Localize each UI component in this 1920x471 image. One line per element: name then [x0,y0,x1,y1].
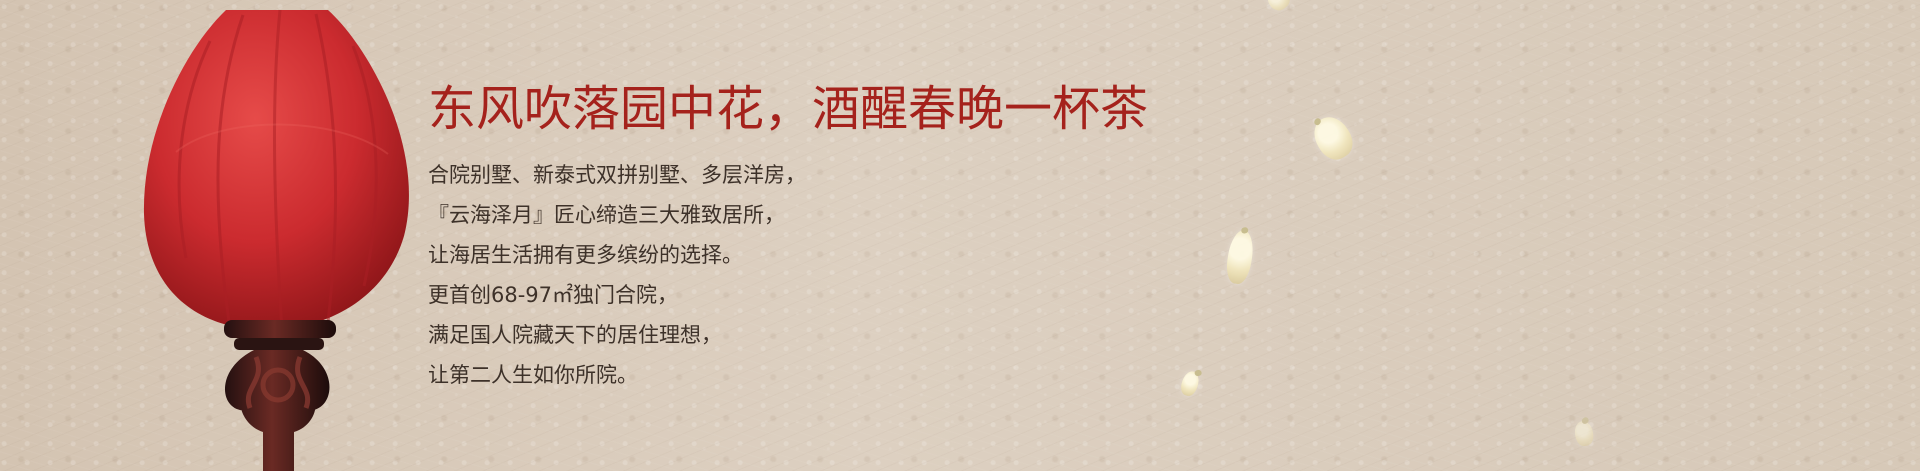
flower-petal-icon [1572,419,1596,448]
flower-petal-icon [1306,110,1360,166]
red-lantern-icon [138,0,414,471]
description-line-6: 让第二人生如你所院。 [428,363,638,387]
description-line-3: 让海居生活拥有更多缤纷的选择。 [428,243,743,267]
banner-headline: 东风吹落园中花，酒醒春晚一杯茶 [428,81,1149,137]
banner-description: 合院别墅、新泰式双拼别墅、多层洋房， 『云海泽月』匠心缔造三大雅致居所， 让海居… [428,158,1188,392]
description-line-1: 合院别墅、新泰式双拼别墅、多层洋房， [428,163,806,187]
banner-copy: 东风吹落园中花，酒醒春晚一杯茶 合院别墅、新泰式双拼别墅、多层洋房， 『云海泽月… [428,78,1188,392]
lantern-illustration [143,9,409,471]
description-line-4: 更首创68-97㎡独门合院， [428,283,679,307]
flower-petal-icon [1223,228,1257,286]
description-line-5: 满足国人院藏天下的居住理想， [428,323,722,347]
promotional-banner: 东风吹落园中花，酒醒春晚一杯茶 合院别墅、新泰式双拼别墅、多层洋房， 『云海泽月… [0,0,1920,471]
flower-petal-icon [1263,0,1294,15]
description-line-2: 『云海泽月』匠心缔造三大雅致居所， [428,203,785,227]
